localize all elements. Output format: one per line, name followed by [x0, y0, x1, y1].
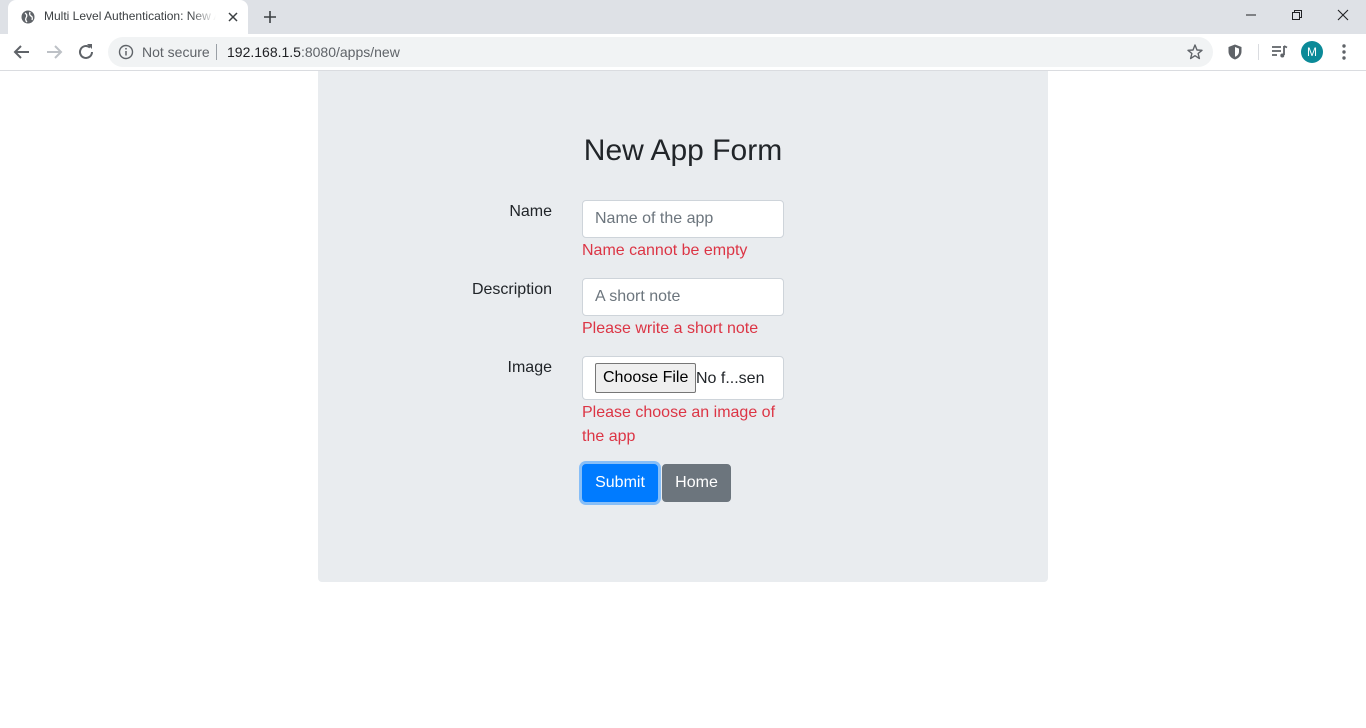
- tab-title: Multi Level Authentication: New App: [44, 9, 216, 23]
- reload-icon[interactable]: [75, 41, 97, 63]
- forward-arrow-icon[interactable]: [43, 41, 65, 63]
- new-tab-icon[interactable]: [261, 8, 279, 26]
- browser-tab[interactable]: Multi Level Authentication: New App: [8, 0, 248, 34]
- restore-button[interactable]: [1274, 0, 1320, 30]
- close-icon: [1337, 9, 1349, 21]
- info-icon[interactable]: [118, 44, 134, 60]
- security-label[interactable]: Not secure: [142, 44, 210, 60]
- kebab-menu-icon[interactable]: [1336, 43, 1352, 61]
- close-window-button[interactable]: [1320, 0, 1366, 30]
- description-input[interactable]: [582, 278, 784, 316]
- description-label: Description: [471, 281, 552, 298]
- url-text[interactable]: 192.168.1.5:8080/apps/new: [227, 44, 400, 60]
- page-title: New App Form: [583, 134, 783, 167]
- profile-avatar[interactable]: M: [1301, 41, 1323, 63]
- bookmark-star-icon[interactable]: [1186, 43, 1204, 61]
- restore-icon: [1292, 10, 1302, 20]
- home-button[interactable]: Home: [662, 464, 731, 502]
- name-input[interactable]: [582, 200, 784, 238]
- submit-button[interactable]: Submit: [582, 464, 658, 502]
- globe-icon: [21, 10, 35, 24]
- image-label: Image: [507, 359, 552, 376]
- omnibox-divider: [216, 44, 217, 60]
- description-error: Please write a short note: [582, 320, 759, 337]
- name-error: Name cannot be empty: [582, 242, 748, 259]
- file-status-text: No f...sen: [696, 370, 765, 387]
- minimize-icon: [1246, 14, 1256, 16]
- form-panel: New App Form Name Name cannot be empty D…: [318, 71, 1048, 582]
- browser-toolbar: Not secure 192.168.1.5:8080/apps/new M: [0, 34, 1366, 71]
- url-host: 192.168.1.5: [227, 44, 301, 60]
- back-arrow-icon[interactable]: [11, 41, 33, 63]
- tab-strip: Multi Level Authentication: New App: [0, 0, 1366, 34]
- address-bar[interactable]: Not secure 192.168.1.5:8080/apps/new: [108, 37, 1213, 67]
- image-error: Please choose an image of the app: [582, 404, 776, 445]
- media-queue-icon[interactable]: [1270, 43, 1288, 61]
- choose-file-button[interactable]: Choose File: [595, 363, 697, 393]
- url-path: :8080/apps/new: [300, 44, 400, 60]
- name-label: Name: [509, 203, 552, 220]
- image-file-input[interactable]: Choose File No f...sen: [582, 356, 784, 400]
- shield-extension-icon[interactable]: [1226, 43, 1244, 61]
- minimize-button[interactable]: [1228, 0, 1274, 30]
- toolbar-divider: [1258, 44, 1259, 60]
- close-tab-icon[interactable]: [225, 9, 241, 25]
